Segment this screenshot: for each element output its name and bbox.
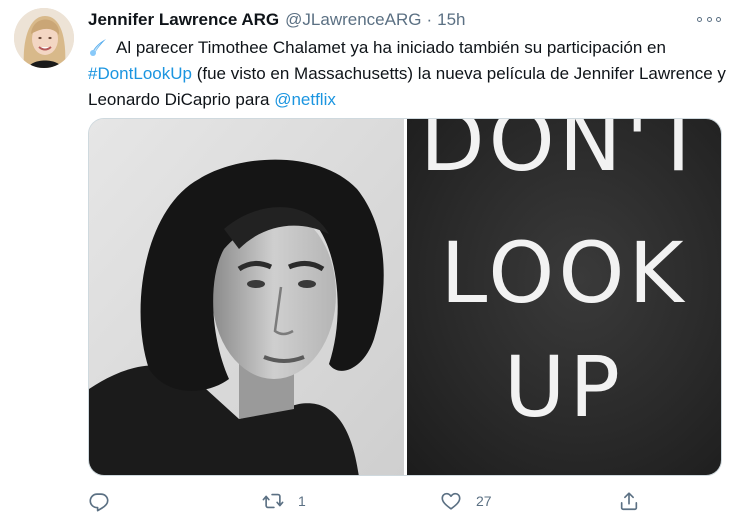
reply-icon [89, 493, 109, 512]
portrait-photo[interactable] [89, 119, 404, 475]
mention-link[interactable]: @netflix [274, 90, 336, 109]
comet-emoji-icon [88, 38, 108, 56]
author-display-name[interactable]: Jennifer Lawrence ARG [88, 10, 279, 30]
hashtag-link[interactable]: #DontLookUp [88, 64, 192, 83]
author-avatar[interactable] [14, 8, 74, 68]
poster-text-line-2: LOOK [440, 224, 688, 322]
tweet-text: Al parecer Timothee Chalamet ya ha inici… [88, 35, 728, 113]
retweet-icon [262, 493, 284, 509]
more-options-icon[interactable] [697, 10, 721, 28]
tweet-text-part1: Al parecer Timothee Chalamet ya ha inici… [116, 38, 666, 57]
share-icon [620, 492, 638, 511]
tweet-timestamp[interactable]: 15h [437, 10, 465, 30]
tweet-card[interactable]: Jennifer Lawrence ARG @JLawrenceARG · 15… [0, 0, 737, 526]
poster-text-line-3: UP [503, 338, 625, 436]
reply-button[interactable] [88, 490, 168, 512]
retweet-count: 1 [298, 493, 306, 509]
header-separator: · [426, 10, 433, 29]
author-handle[interactable]: @JLawrenceARG [285, 10, 421, 30]
like-button[interactable]: 27 [440, 490, 520, 512]
tweet-actions: 1 27 [88, 486, 648, 516]
tweet-media: DON'T LOOK UP [88, 118, 722, 476]
retweet-button[interactable]: 1 [262, 490, 342, 512]
share-button[interactable] [618, 490, 648, 512]
heart-icon [441, 492, 461, 510]
poster-text-line-1: DON'T [419, 119, 709, 190]
poster-photo[interactable]: DON'T LOOK UP [407, 119, 721, 475]
like-count: 27 [476, 493, 492, 509]
tweet-header: Jennifer Lawrence ARG @JLawrenceARG · 15… [88, 9, 466, 31]
